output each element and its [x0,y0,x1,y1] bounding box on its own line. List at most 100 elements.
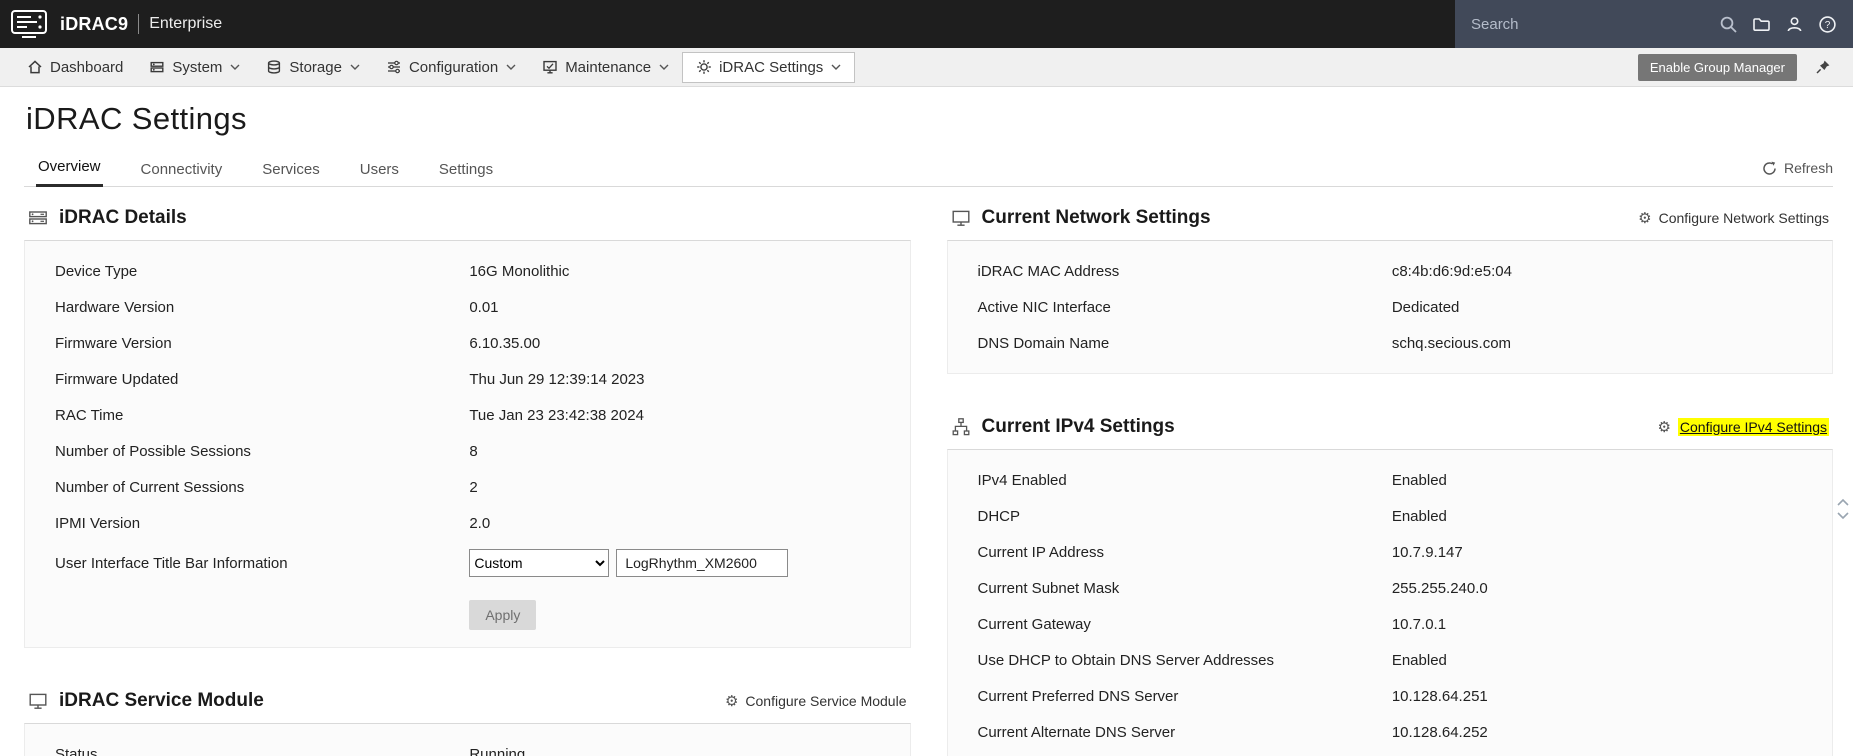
detail-row: Status Running [25,736,910,756]
tab-settings[interactable]: Settings [437,152,495,187]
network-tree-icon [951,417,971,437]
scroll-widget [1836,498,1850,520]
row-value: 6.10.35.00 [469,334,541,352]
nav-item-label: System [172,58,223,76]
row-value: 10.7.0.1 [1391,615,1447,633]
detail-row: Firmware Version 6.10.35.00 [25,325,910,361]
nav-item-idrac-settings[interactable]: iDRAC Settings [682,51,856,83]
nav-item-configuration[interactable]: Configuration [373,53,529,82]
row-value: Enabled [1391,471,1447,489]
ipv4-settings-rows: IPv4 Enabled Enabled DHCP Enabled Curren… [948,462,1833,750]
search-icon[interactable] [1719,15,1738,34]
idrac-details-rows: Device Type 16G Monolithic Hardware Vers… [25,253,910,541]
panel-title: iDRAC Service Module [59,690,264,711]
row-label: Hardware Version [55,298,175,316]
page-content: iDRAC Settings Overview Connectivity Ser… [0,101,1853,756]
row-label: Firmware Updated [55,370,179,388]
tab-users[interactable]: Users [358,152,401,187]
title-bar-text-input[interactable] [616,549,789,577]
page-title: iDRAC Settings [26,101,247,136]
configure-service-module-link[interactable]: ⚙ Configure Service Module [725,693,907,709]
sliders-icon [386,59,402,75]
brand-name: iDRAC9 [60,13,129,34]
title-bar-info-row: User Interface Title Bar Information Cus… [25,541,910,585]
brand-area: iDRAC9 Enterprise [0,0,1455,48]
enable-group-manager-button[interactable]: Enable Group Manager [1637,53,1797,81]
row-value: 10.7.9.147 [1391,543,1463,561]
tab-overview[interactable]: Overview [36,149,103,187]
row-value: 10.128.64.252 [1391,723,1488,741]
monitor-icon [951,208,971,228]
apply-button[interactable]: Apply [469,600,537,630]
user-icon[interactable] [1785,15,1804,34]
row-label: Current IP Address [977,543,1104,561]
search-input[interactable] [1471,15,1705,33]
nav-item-label: iDRAC Settings [719,58,824,76]
nav-item-dashboard[interactable]: Dashboard [14,53,136,82]
row-value: schq.secious.com [1391,334,1512,352]
detail-row: Current IP Address 10.7.9.147 [948,534,1833,570]
row-value: Thu Jun 29 12:39:14 2023 [469,370,645,388]
row-value: 16G Monolithic [469,262,570,280]
detail-row: RAC Time Tue Jan 23 23:42:38 2024 [25,397,910,433]
brand-edition: Enterprise [149,15,223,32]
row-label: DNS Domain Name [977,334,1110,352]
title-bar-mode-select[interactable]: Custom [469,549,610,577]
gear-icon: ⚙ [1657,418,1671,436]
row-label: Number of Current Sessions [55,478,245,496]
row-value: 0.01 [469,298,499,316]
detail-row: Active NIC Interface Dedicated [948,289,1833,325]
tab-services[interactable]: Services [260,152,322,187]
detail-row: Firmware Updated Thu Jun 29 12:39:14 202… [25,361,910,397]
panel-service-module: iDRAC Service Module ⚙ Configure Service… [24,674,911,756]
panel-title: Current Network Settings [981,207,1211,228]
chevron-down-icon [350,64,360,70]
scroll-down-icon[interactable] [1836,511,1850,520]
nav-item-system[interactable]: System [136,53,253,82]
server-icon [149,59,165,75]
panel-network-settings: Current Network Settings ⚙ Configure Net… [946,191,1833,374]
configure-network-settings-link[interactable]: ⚙ Configure Network Settings [1638,210,1829,226]
row-value: 255.255.240.0 [1391,579,1488,597]
pin-icon[interactable] [1815,59,1831,75]
scroll-up-icon[interactable] [1836,498,1850,507]
row-label: IPMI Version [55,514,141,532]
nav-item-storage[interactable]: Storage [253,53,373,82]
chevron-down-icon [831,64,841,70]
detail-row: iDRAC MAC Address c8:4b:d6:9d:e5:04 [948,253,1833,289]
row-label: iDRAC MAC Address [977,262,1120,280]
refresh-label: Refresh [1783,160,1833,176]
refresh-button[interactable]: Refresh [1762,160,1833,186]
folder-icon[interactable] [1752,15,1771,34]
row-value: 2 [469,478,478,496]
row-value: 2.0 [469,514,491,532]
nav-item-label: Storage [289,58,342,76]
row-value: Dedicated [1391,298,1460,316]
row-label: Current Preferred DNS Server [977,687,1179,705]
nav-item-maintenance[interactable]: Maintenance [529,53,682,82]
row-value: Running [469,745,526,756]
detail-row: Number of Possible Sessions 8 [25,433,910,469]
row-label: Current Alternate DNS Server [977,723,1176,741]
left-column: iDRAC Details Device Type 16G Monolithic [24,191,911,756]
panel-title: Current IPv4 Settings [981,416,1175,437]
detail-row: Number of Current Sessions 2 [25,469,910,505]
monitor-tools-icon [542,59,558,75]
brand-separator [138,14,140,34]
server-details-icon [28,208,48,228]
help-icon[interactable]: ? [1818,15,1837,34]
row-label: Current Subnet Mask [977,579,1120,597]
configure-link-label-highlighted: Configure IPv4 Settings [1677,418,1829,436]
search-area: ? [1455,0,1853,48]
nav-item-label: Maintenance [565,58,652,76]
chevron-down-icon [506,64,516,70]
panel-ipv4-settings: Current IPv4 Settings ⚙ Configure IPv4 S… [946,400,1833,756]
tab-connectivity[interactable]: Connectivity [139,152,225,187]
panel-title: iDRAC Details [59,207,187,228]
configure-ipv4-settings-link[interactable]: ⚙ Configure IPv4 Settings [1657,418,1829,436]
configure-link-label: Configure Service Module [745,693,907,709]
main-nav-bar: Dashboard System Storage Configuration M… [0,48,1853,87]
row-label: User Interface Title Bar Information [55,554,288,572]
row-value: 8 [469,442,478,460]
detail-row: Use DHCP to Obtain DNS Server Addresses … [948,642,1833,678]
